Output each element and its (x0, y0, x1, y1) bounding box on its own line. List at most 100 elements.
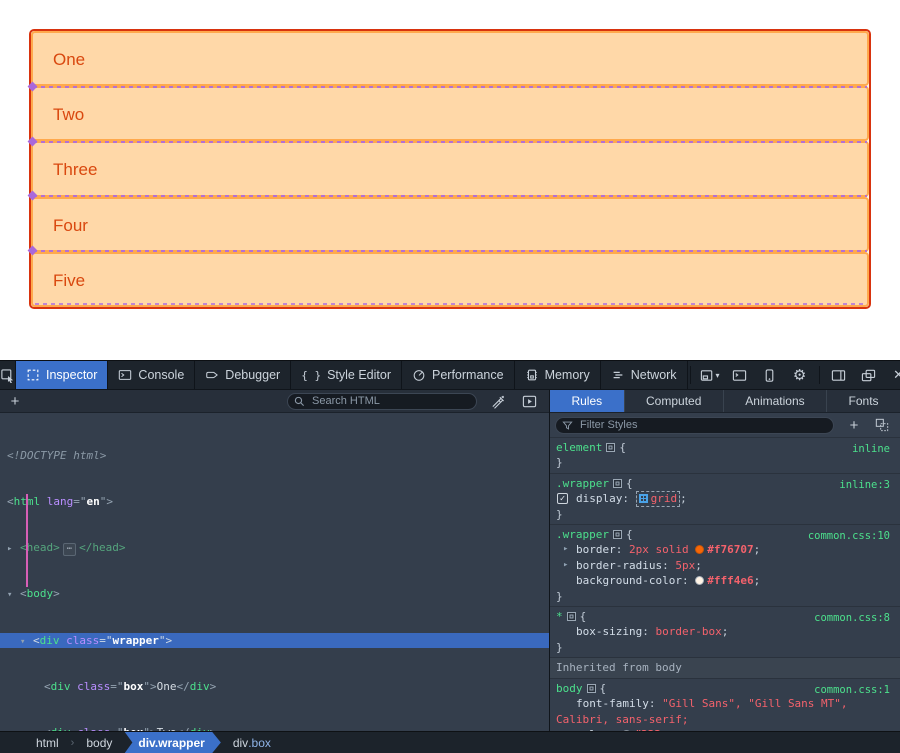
selector-highlighter-icon[interactable] (613, 530, 622, 539)
grid-highlighter-toggle-icon[interactable] (639, 494, 648, 503)
split-console-button[interactable] (727, 362, 753, 388)
expand-arrow-icon[interactable]: ▾ (20, 635, 33, 650)
selector-highlighter-icon[interactable] (606, 443, 615, 452)
eyedropper-icon (490, 394, 505, 409)
tab-label: Performance (432, 368, 504, 382)
color-swatch[interactable] (695, 576, 704, 585)
markup-line[interactable]: <!DOCTYPE html> (0, 448, 549, 463)
code-token: box (124, 726, 144, 731)
tab-computed[interactable]: Computed (625, 390, 724, 412)
color-swatch[interactable] (622, 730, 631, 731)
markup-line-selected[interactable]: ▾<div class="wrapper"> (0, 633, 549, 648)
selector-highlighter-icon[interactable] (567, 612, 576, 621)
tab-console[interactable]: Console (108, 361, 195, 389)
select-iframe-button[interactable]: ▾ (697, 362, 723, 388)
code-token: box (124, 680, 144, 693)
css-rule-universal: *{ common.css:8 box-sizing: border-box; … (550, 607, 900, 658)
breadcrumb-item-selected[interactable]: div.wrapper (124, 732, 220, 753)
css-declaration-color[interactable]: color: #333; (554, 727, 896, 731)
tab-label: Console (138, 368, 184, 382)
devtools-panel: Inspector Console Debugger { } Style Edi… (0, 360, 900, 753)
toolbar-separator (690, 366, 691, 384)
rule-selector-line[interactable]: *{ common.css:8 (554, 609, 896, 624)
markup-line[interactable]: <div class="box">Two</div> (0, 725, 549, 731)
code-token: < (44, 726, 51, 731)
ellipsis-badge[interactable]: ⋯ (63, 543, 76, 556)
css-declaration-font-family[interactable]: font-family: "Gill Sans", "Gill Sans MT"… (554, 696, 896, 711)
rule-selector-line[interactable]: body{ common.css:1 (554, 681, 896, 696)
code-token: div (190, 726, 210, 731)
filter-styles-input[interactable] (555, 417, 834, 434)
dock-to-side-icon (831, 368, 846, 383)
responsive-design-mode-button[interactable] (757, 362, 783, 388)
breadcrumb-item-html[interactable]: html (24, 732, 71, 753)
css-declaration-display[interactable]: ✓ display: grid; (554, 491, 896, 506)
toggle-classes-button[interactable] (870, 415, 894, 435)
tab-network[interactable]: Network (601, 361, 688, 389)
inherited-from-header: Inherited from body (550, 658, 900, 678)
breadcrumb-item-body[interactable]: body (74, 732, 124, 753)
search-html-input[interactable] (287, 393, 477, 410)
css-declaration-box-sizing[interactable]: box-sizing: border-box; (554, 624, 896, 639)
expand-arrow-icon[interactable]: ▾ (7, 588, 20, 603)
tab-memory[interactable]: Memory (515, 361, 601, 389)
rule-close-brace: } (554, 455, 896, 470)
rule-selector: .wrapper (556, 477, 609, 490)
code-token: : (682, 574, 695, 587)
code-token: =" (99, 634, 112, 647)
color-hex: #fff4e6 (707, 574, 753, 587)
memory-icon (525, 368, 539, 382)
rule-selector-line[interactable]: element{ inline (554, 440, 896, 455)
expand-arrow-icon[interactable]: ▸ (563, 542, 568, 557)
add-node-button[interactable]: + (4, 393, 26, 410)
markup-line[interactable]: ▾<body> (0, 586, 549, 601)
expand-arrow-icon[interactable]: ▸ (563, 558, 568, 573)
css-declaration-border-radius[interactable]: ▸ border-radius: 5px; (554, 558, 896, 573)
expand-arrow-icon[interactable]: ▸ (7, 542, 20, 557)
toggle-classes-icon (875, 418, 889, 432)
css-declaration-background-color[interactable]: background-color: #fff4e6; (554, 573, 896, 588)
tab-performance[interactable]: Performance (402, 361, 515, 389)
settings-button[interactable]: ⚙ (787, 362, 813, 388)
selected-children-guide (26, 494, 28, 587)
code-token: div (40, 634, 60, 647)
add-rule-button[interactable]: + (842, 415, 866, 435)
close-devtools-button[interactable]: ✕ (886, 362, 900, 388)
code-token: > (106, 495, 113, 508)
grid-value-box: grid (636, 491, 681, 507)
tab-style-editor[interactable]: { } Style Editor (291, 361, 402, 389)
selector-highlighter-icon[interactable] (613, 479, 622, 488)
gear-icon: ⚙ (793, 366, 806, 384)
color-swatch[interactable] (695, 545, 704, 554)
code-token: One (157, 680, 177, 693)
box-label: Four (53, 216, 88, 235)
tab-label: Memory (545, 368, 590, 382)
tab-debugger[interactable]: Debugger (195, 361, 291, 389)
three-pane-toggle-button[interactable] (517, 391, 541, 411)
separate-window-button[interactable] (856, 362, 882, 388)
element-picker-button[interactable] (0, 361, 16, 389)
declaration-checkbox[interactable]: ✓ (557, 493, 568, 504)
code-token: body (27, 587, 54, 600)
tab-label: Debugger (225, 368, 280, 382)
breadcrumb-tag: div (233, 736, 248, 750)
css-declaration-font-family-wrap[interactable]: Calibri, sans-serif; (554, 712, 896, 727)
tab-fonts[interactable]: Fonts (827, 390, 900, 412)
markup-line[interactable]: <html lang="en"> (0, 494, 549, 509)
markup-line[interactable]: <div class="box">One</div> (0, 679, 549, 694)
selector-highlighter-icon[interactable] (587, 684, 596, 693)
markup-line[interactable]: ▸<head>⋯</head> (0, 540, 549, 555)
rule-selector-line[interactable]: .wrapper{ common.css:10 (554, 527, 896, 542)
tab-rules[interactable]: Rules (550, 390, 625, 412)
responsive-design-mode-icon (762, 368, 777, 383)
tab-inspector[interactable]: Inspector (16, 361, 108, 389)
property-name: display (576, 492, 622, 505)
filter-box (555, 417, 834, 434)
tab-animations[interactable]: Animations (724, 390, 827, 412)
breadcrumb-item-div-box[interactable]: div.box (221, 732, 283, 753)
rule-selector-line[interactable]: .wrapper{ inline:3 (554, 476, 896, 491)
css-declaration-border[interactable]: ▸ border: 2px solid #f76707; (554, 542, 896, 557)
dock-to-side-button[interactable] (826, 362, 852, 388)
box-label: Three (53, 160, 97, 179)
eyedropper-button[interactable] (485, 391, 509, 411)
